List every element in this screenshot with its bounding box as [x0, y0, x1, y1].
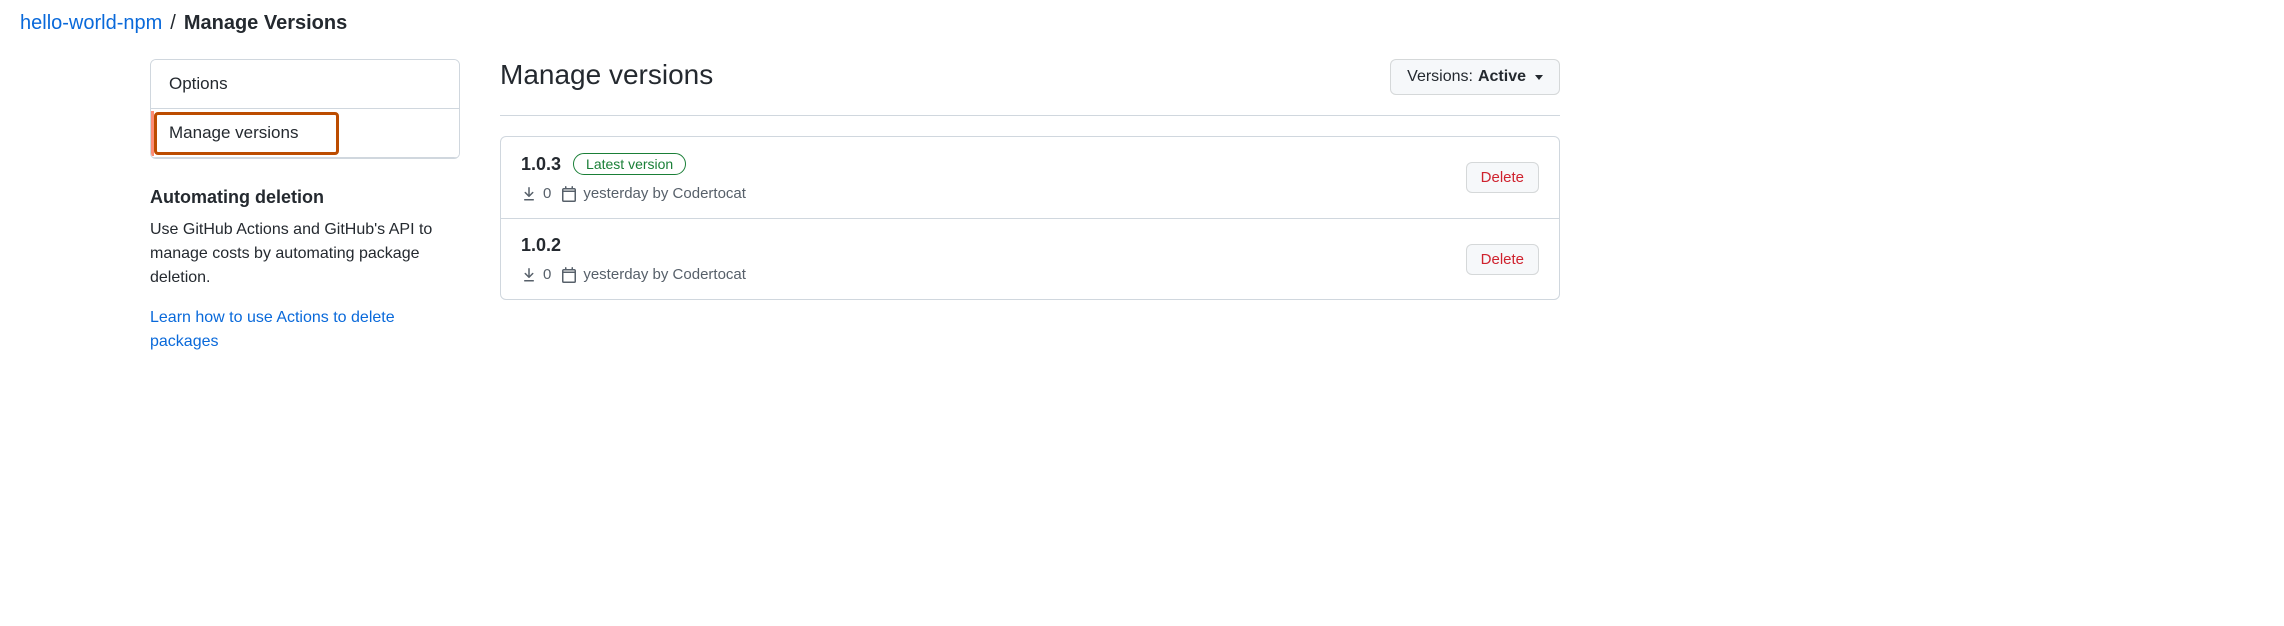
sidebar: Options Manage versions Automating delet…	[150, 59, 460, 354]
version-date: yesterday by Codertocat	[583, 185, 746, 202]
automation-heading: Automating deletion	[150, 187, 460, 208]
version-row: 1.0.2 0 yesterday by Codertocat Delete	[501, 219, 1559, 299]
breadcrumb-separator: /	[170, 12, 176, 35]
page-title: Manage versions	[500, 59, 713, 91]
breadcrumb-package-link[interactable]: hello-world-npm	[20, 12, 162, 35]
download-icon	[521, 186, 537, 202]
main-content: Manage versions Versions: Active 1.0.3 La…	[500, 59, 1560, 354]
version-list: 1.0.3 Latest version 0 yesterday by Coderto…	[500, 136, 1560, 300]
breadcrumb-current: Manage Versions	[184, 12, 347, 35]
calendar-icon	[561, 186, 577, 202]
version-row: 1.0.3 Latest version 0 yesterday by Coderto…	[501, 137, 1559, 219]
breadcrumb: hello-world-npm / Manage Versions	[20, 12, 2264, 35]
calendar-icon	[561, 267, 577, 283]
delete-button[interactable]: Delete	[1466, 244, 1539, 275]
download-count: 0	[543, 266, 551, 283]
versions-filter-dropdown[interactable]: Versions: Active	[1390, 59, 1560, 95]
sidebar-nav: Options Manage versions	[150, 59, 460, 159]
version-date: yesterday by Codertocat	[583, 266, 746, 283]
automation-text: Use GitHub Actions and GitHub's API to m…	[150, 218, 460, 290]
download-icon	[521, 267, 537, 283]
automation-learn-link[interactable]: Learn how to use Actions to delete packa…	[150, 306, 460, 354]
delete-button[interactable]: Delete	[1466, 162, 1539, 193]
version-number: 1.0.3	[521, 154, 561, 175]
sidebar-item-manage-versions[interactable]: Manage versions	[151, 109, 459, 158]
filter-value: Active	[1478, 68, 1526, 86]
chevron-down-icon	[1535, 75, 1543, 80]
version-number: 1.0.2	[521, 235, 561, 256]
filter-label: Versions:	[1407, 68, 1473, 86]
latest-version-badge: Latest version	[573, 153, 686, 175]
sidebar-item-options[interactable]: Options	[151, 60, 459, 109]
download-count: 0	[543, 185, 551, 202]
